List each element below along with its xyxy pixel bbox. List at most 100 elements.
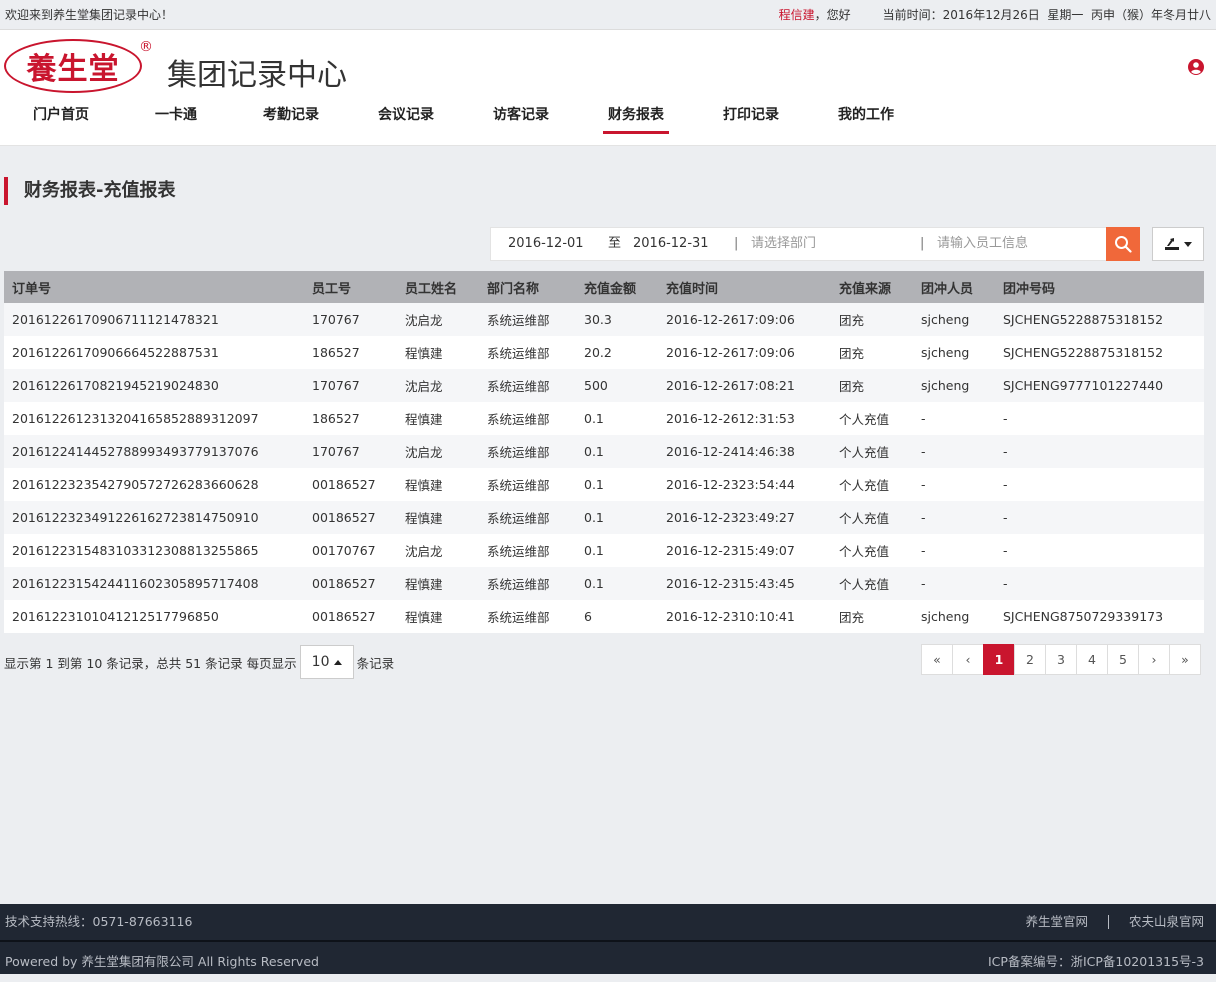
- cell-emp-no: 00186527: [304, 567, 397, 600]
- cell-amount: 0.1: [576, 435, 658, 468]
- cell-dept: 系统运维部: [479, 402, 576, 435]
- cell-order-no: 2016122323542790572726283660628: [4, 468, 304, 501]
- cell-source: 团充: [831, 600, 913, 633]
- nav-item-my-work[interactable]: 我的工作: [838, 104, 894, 134]
- cell-group-person: sjcheng: [913, 303, 995, 336]
- table-row[interactable]: 2016122323491226162723814750910 00186527 程…: [4, 501, 1204, 534]
- nav-item-card[interactable]: 一卡通: [155, 104, 197, 134]
- cell-dept: 系统运维部: [479, 336, 576, 369]
- cell-order-no: 2016122315424411602305895717408: [4, 567, 304, 600]
- table-row[interactable]: 2016122315424411602305895717408 00186527 程…: [4, 567, 1204, 600]
- page-3-button[interactable]: 3: [1045, 644, 1077, 675]
- col-source[interactable]: 充值来源: [831, 271, 913, 303]
- pager-info-suffix: 条记录: [356, 655, 395, 671]
- table-row[interactable]: 20161223101041212517796850 00186527 程慎建 系统运…: [4, 600, 1204, 633]
- department-select[interactable]: 请选择部门: [751, 228, 901, 260]
- cell-group-person: -: [913, 435, 995, 468]
- registered-mark: ®: [139, 39, 153, 55]
- current-datetime: 当前时间：2016年12月26日 星期一 丙申（猴）年冬月廿八: [882, 8, 1211, 22]
- end-date-input[interactable]: 2016-12-31: [633, 228, 709, 260]
- footer-row-bottom: Powered by 养生堂集团有限公司 All Rights Reserved…: [0, 942, 1216, 974]
- cell-dept: 系统运维部: [479, 435, 576, 468]
- col-time[interactable]: 充值时间: [658, 271, 831, 303]
- nav-item-attendance[interactable]: 考勤记录: [263, 104, 319, 134]
- cell-emp-name: 程慎建: [397, 402, 479, 435]
- table-row[interactable]: 20161226170821945219024830 170767 沈启龙 系统运维部…: [4, 369, 1204, 402]
- employee-search-input[interactable]: 请输入员工信息: [937, 228, 1097, 260]
- table-row[interactable]: 2016122612313204165852889312097 186527 程慎建…: [4, 402, 1204, 435]
- cell-order-no: 2016122414452788993493779137076: [4, 435, 304, 468]
- nav-item-finance[interactable]: 财务报表: [603, 104, 669, 134]
- page-size-select[interactable]: 10: [299, 645, 354, 679]
- cell-emp-no: 170767: [304, 369, 397, 402]
- cell-group-number: -: [995, 567, 1204, 600]
- search-button[interactable]: [1106, 227, 1140, 261]
- cell-emp-name: 程慎建: [397, 468, 479, 501]
- cell-emp-name: 沈启龙: [397, 435, 479, 468]
- cell-emp-no: 186527: [304, 336, 397, 369]
- cell-group-person: sjcheng: [913, 336, 995, 369]
- col-group-number[interactable]: 团冲号码: [995, 271, 1204, 303]
- col-order-no[interactable]: 订单号: [4, 271, 304, 303]
- nav-item-visitor[interactable]: 访客记录: [493, 104, 549, 134]
- greeting-text: ，您好: [814, 8, 851, 22]
- start-date-input[interactable]: 2016-12-01: [508, 228, 584, 260]
- cell-group-number: SJCHENG9777101227440: [995, 369, 1204, 402]
- table-row[interactable]: 2016122323542790572726283660628 00186527 程…: [4, 468, 1204, 501]
- page-4-button[interactable]: 4: [1076, 644, 1108, 675]
- next-page-button[interactable]: ›: [1138, 644, 1170, 675]
- first-page-button[interactable]: «: [921, 644, 953, 675]
- page-title: 财务报表-充值报表: [4, 177, 175, 205]
- table-row[interactable]: 20161226170906711121478321 170767 沈启龙 系统运维部…: [4, 303, 1204, 336]
- logo[interactable]: 養生堂: [4, 39, 142, 93]
- last-page-button[interactable]: »: [1169, 644, 1201, 675]
- cell-time: 2016-12-2617:09:06: [658, 303, 831, 336]
- footer-link-yst[interactable]: 养生堂官网: [1025, 904, 1088, 940]
- cell-amount: 20.2: [576, 336, 658, 369]
- prev-page-button[interactable]: ‹: [952, 644, 984, 675]
- col-emp-name[interactable]: 员工姓名: [397, 271, 479, 303]
- footer-link-nongfu[interactable]: 农夫山泉官网: [1129, 904, 1204, 940]
- cell-amount: 6: [576, 600, 658, 633]
- cell-emp-name: 程慎建: [397, 567, 479, 600]
- cell-time: 2016-12-2414:46:38: [658, 435, 831, 468]
- cell-source: 个人充值: [831, 402, 913, 435]
- cell-group-person: sjcheng: [913, 600, 995, 633]
- copyright: Powered by 养生堂集团有限公司 All Rights Reserved: [5, 954, 319, 969]
- user-circle-icon[interactable]: [1188, 59, 1204, 75]
- col-group-person[interactable]: 团冲人员: [913, 271, 995, 303]
- table-row[interactable]: 2016122414452788993493779137076 170767 沈启龙…: [4, 435, 1204, 468]
- cell-group-number: SJCHENG5228875318152: [995, 336, 1204, 369]
- cell-time: 2016-12-2310:10:41: [658, 600, 831, 633]
- cell-source: 个人充值: [831, 435, 913, 468]
- user-name[interactable]: 程信建: [779, 8, 815, 22]
- export-button[interactable]: [1152, 227, 1204, 261]
- page-2-button[interactable]: 2: [1014, 644, 1046, 675]
- pager-info-prefix: 显示第 1 到第 10 条记录，总共 51 条记录 每页显示: [4, 655, 297, 671]
- cell-group-person: sjcheng: [913, 369, 995, 402]
- cell-group-number: -: [995, 468, 1204, 501]
- nav-item-meeting[interactable]: 会议记录: [378, 104, 434, 134]
- col-dept[interactable]: 部门名称: [479, 271, 576, 303]
- col-emp-no[interactable]: 员工号: [304, 271, 397, 303]
- table-row[interactable]: 2016122315483103312308813255865 00170767 沈…: [4, 534, 1204, 567]
- cell-source: 团充: [831, 303, 913, 336]
- nav-item-print[interactable]: 打印记录: [723, 104, 779, 134]
- cell-order-no: 20161226170906711121478321: [4, 303, 304, 336]
- cell-emp-no: 170767: [304, 303, 397, 336]
- cell-emp-name: 沈启龙: [397, 534, 479, 567]
- table-header-row: 订单号 员工号 员工姓名 部门名称 充值金额 充值时间 充值来源 团冲人员 团冲…: [4, 271, 1204, 303]
- cell-amount: 0.1: [576, 402, 658, 435]
- cell-emp-no: 00186527: [304, 600, 397, 633]
- cell-order-no: 2016122612313204165852889312097: [4, 402, 304, 435]
- cell-order-no: 20161226170821945219024830: [4, 369, 304, 402]
- page-1-button[interactable]: 1: [983, 644, 1015, 675]
- cell-source: 个人充值: [831, 468, 913, 501]
- cell-group-number: -: [995, 534, 1204, 567]
- table-row[interactable]: 20161226170906664522887531 186527 程慎建 系统运维部…: [4, 336, 1204, 369]
- col-amount[interactable]: 充值金额: [576, 271, 658, 303]
- cell-dept: 系统运维部: [479, 534, 576, 567]
- nav-item-portal[interactable]: 门户首页: [33, 104, 89, 134]
- page-5-button[interactable]: 5: [1107, 644, 1139, 675]
- export-icon: [1165, 238, 1179, 250]
